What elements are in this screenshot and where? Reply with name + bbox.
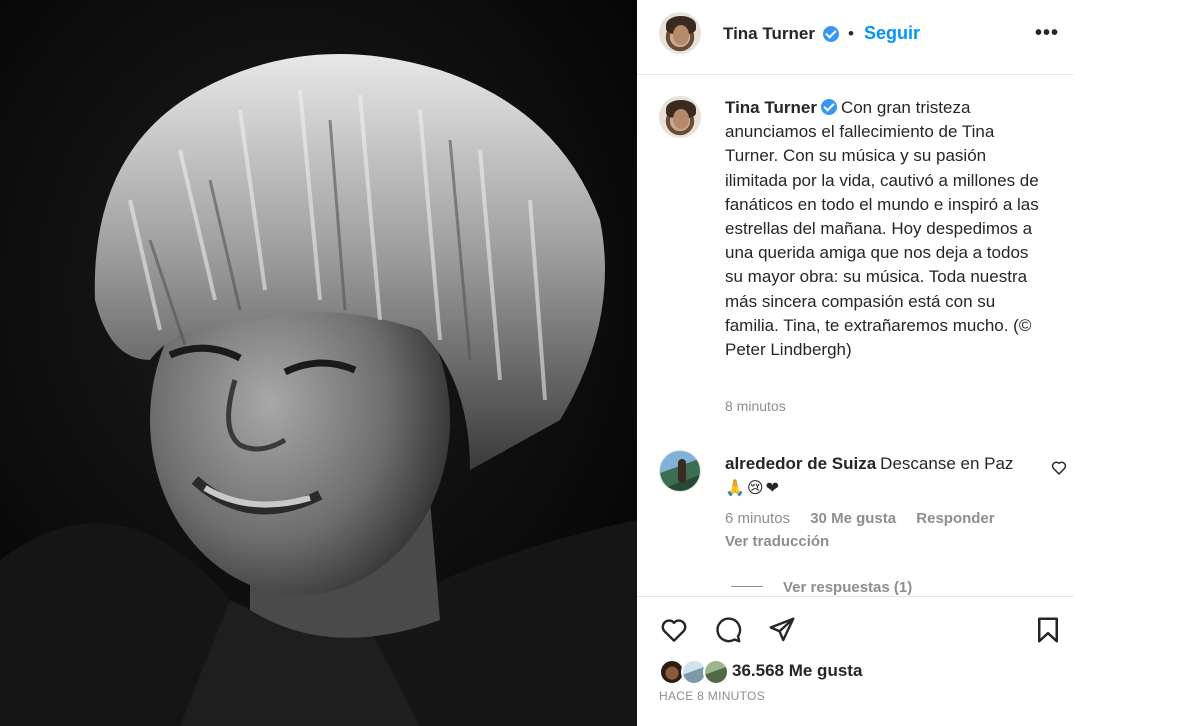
comment-text: Descanse en Paz xyxy=(880,454,1014,473)
replies-divider-line xyxy=(731,586,763,587)
comment-meta: 6 minutos 30 Me gusta Responder xyxy=(725,510,1011,527)
comment-icon[interactable] xyxy=(711,615,745,645)
more-options-button[interactable]: ••• xyxy=(1035,22,1059,45)
comment-likes[interactable]: 30 Me gusta xyxy=(810,510,896,527)
caption-timestamp[interactable]: 8 minutos xyxy=(725,398,786,414)
verified-badge-icon xyxy=(820,99,837,115)
comment: alrededor de Suiza Descanse en Paz 🙏😢❤ xyxy=(725,452,1045,500)
see-translation-link[interactable]: Ver traducción xyxy=(725,533,829,550)
post-header: Tina Turner • Seguir ••• xyxy=(637,0,1074,75)
verified-badge-icon xyxy=(823,26,839,42)
caption-text: Con gran tristeza anunciamos el fallecim… xyxy=(725,98,1039,360)
comment-like-heart-icon[interactable] xyxy=(1051,460,1067,476)
heart-icon[interactable] xyxy=(657,615,691,645)
likers-avatars[interactable] xyxy=(659,659,729,685)
post-panel: Tina Turner • Seguir ••• Tina Turner Con … xyxy=(637,0,1074,726)
follow-button[interactable]: Seguir xyxy=(864,23,920,44)
likes-count[interactable]: 36.568 Me gusta xyxy=(732,661,862,681)
author-username[interactable]: Tina Turner xyxy=(723,24,815,44)
view-replies-label: Ver respuestas (1) xyxy=(783,579,913,596)
separator-dot: • xyxy=(848,24,854,43)
reply-button[interactable]: Responder xyxy=(916,510,994,527)
share-icon[interactable] xyxy=(765,615,799,645)
view-replies-button[interactable]: Ver respuestas (1) xyxy=(731,579,912,596)
post-timestamp[interactable]: HACE 8 MINUTOS xyxy=(659,689,765,703)
caption-author-username[interactable]: Tina Turner xyxy=(725,98,817,117)
commenter-username[interactable]: alrededor de Suiza xyxy=(725,454,876,473)
author-avatar[interactable] xyxy=(659,12,701,54)
caption-author-avatar[interactable] xyxy=(659,96,701,138)
portrait-image xyxy=(0,0,637,726)
liker-avatar xyxy=(703,659,729,685)
comment-timestamp[interactable]: 6 minutos xyxy=(725,510,790,527)
bookmark-icon[interactable] xyxy=(1033,615,1063,645)
comment-emojis: 🙏😢❤ xyxy=(725,478,782,497)
post-photo xyxy=(0,0,637,726)
action-bar: 36.568 Me gusta HACE 8 MINUTOS xyxy=(637,596,1074,726)
post-caption: Tina Turner Con gran tristeza anunciamos … xyxy=(725,96,1045,362)
commenter-avatar[interactable] xyxy=(659,450,701,492)
